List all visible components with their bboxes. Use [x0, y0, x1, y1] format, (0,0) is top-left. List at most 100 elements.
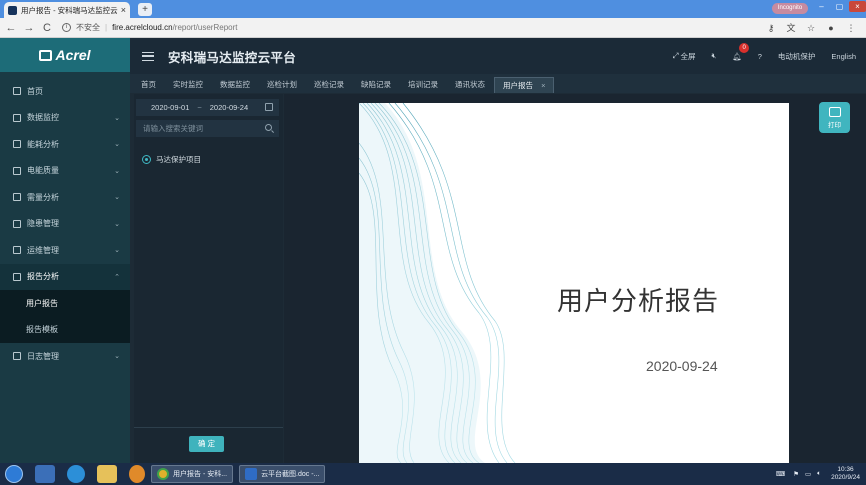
print-button[interactable]: 打印	[819, 102, 850, 133]
sidebar-item-maintenance[interactable]: 运维管理 ⌄	[0, 237, 130, 264]
calendar-icon	[265, 103, 273, 111]
info-icon[interactable]: i	[62, 23, 71, 32]
minimize-icon[interactable]: –	[813, 1, 830, 12]
notifications-button[interactable]: 🔔︎ 0	[732, 42, 750, 61]
forward-arrow-icon[interactable]: →	[22, 22, 36, 34]
sidebar-item-home[interactable]: 首页	[0, 78, 130, 105]
clock-date: 2020/9/24	[831, 474, 860, 481]
fullscreen-icon: ⤢	[672, 51, 679, 60]
internet-explorer-icon[interactable]	[67, 465, 85, 483]
device-selector[interactable]: 电动机保护	[778, 51, 816, 62]
address-bar: ← → C i 不安全 | fire.acrelcloud.cn /report…	[0, 18, 866, 38]
back-arrow-icon[interactable]: ←	[4, 22, 18, 34]
window-close-icon[interactable]: ×	[849, 1, 866, 12]
browser-tabstrip: 用户报告 - 安科瑞马达监控云平台 × + Incognito – ▢ ×	[0, 0, 866, 18]
help-icon: ?	[757, 51, 762, 61]
report-page: 用户分析报告 2020-09-24	[359, 103, 789, 463]
close-tab-icon[interactable]: ×	[541, 81, 545, 90]
sidebar-menu: 首页 数据监控 ⌄ 能耗分析 ⌄ 电能质量 ⌄ 需量分析 ⌄ 隐患管理 ⌄ 运维…	[0, 78, 130, 370]
sidebar-item-report-template[interactable]: 报告模板	[0, 316, 130, 343]
fullscreen-button[interactable]: ⤢ 全屏	[672, 51, 695, 62]
date-separator: ~	[197, 103, 202, 112]
reload-icon[interactable]: C	[40, 22, 54, 34]
tab-user-report-label: 用户报告	[503, 81, 533, 90]
monitor-icon	[13, 113, 21, 122]
project-label: 马达保护项目	[156, 155, 201, 164]
filter-panel: 2020-09-01 ~ 2020-09-24 请输入搜索关键词 马达保护项目 …	[134, 94, 283, 463]
sidebar-item-demand-analysis[interactable]: 需量分析 ⌄	[0, 184, 130, 211]
taskbar-word[interactable]: 云平台截图.doc -...	[239, 465, 326, 483]
speaker-muted-icon: 🔇︎	[711, 51, 717, 60]
flag-icon[interactable]: ⚑	[793, 470, 799, 478]
date-range-picker[interactable]: 2020-09-01 ~ 2020-09-24	[136, 99, 279, 116]
url-host: fire.acrelcloud.cn	[112, 23, 173, 32]
sidebar-item-data-monitor[interactable]: 数据监控 ⌄	[0, 105, 130, 132]
sidebar-item-energy-analysis[interactable]: 能耗分析 ⌄	[0, 131, 130, 158]
warning-icon	[13, 219, 21, 228]
tab-data-monitor[interactable]: 数据监控	[212, 77, 258, 93]
bookmark-star-icon[interactable]: ☆	[804, 21, 818, 35]
demand-icon	[13, 193, 21, 202]
project-radio[interactable]: 马达保护项目	[142, 154, 201, 165]
account-icon[interactable]: ●	[824, 21, 838, 35]
folder-icon[interactable]	[97, 465, 117, 483]
network-icon[interactable]: ▭	[805, 470, 811, 478]
volume-icon[interactable]: 🔈︎	[817, 470, 821, 478]
sidebar-item-hazard-management[interactable]: 隐患管理 ⌄	[0, 211, 130, 238]
sidebar-item-label: 运维管理	[27, 245, 59, 255]
start-button[interactable]	[5, 465, 23, 483]
search-tool-icon[interactable]	[129, 465, 145, 483]
sidebar-item-label: 首页	[27, 86, 43, 96]
new-tab-button[interactable]: +	[138, 3, 152, 16]
print-label: 打印	[828, 122, 841, 129]
maximize-icon[interactable]: ▢	[831, 1, 848, 12]
fullscreen-label: 全屏	[680, 51, 696, 61]
tab-comm-status[interactable]: 通讯状态	[447, 77, 493, 93]
tab-realtime-monitor[interactable]: 实时监控	[165, 77, 211, 93]
system-tray: ⌨ ⚑ ▭ 🔈︎ 10:36 2020/9/24	[776, 463, 860, 485]
search-input[interactable]: 请输入搜索关键词	[136, 120, 279, 137]
tab-home[interactable]: 首页	[133, 77, 164, 93]
chevron-down-icon: ⌄	[114, 167, 120, 175]
more-menu-icon[interactable]: ⋮	[844, 21, 858, 35]
key-icon[interactable]: ⚷	[764, 21, 778, 35]
url-field[interactable]: i 不安全 | fire.acrelcloud.cn /report/userR…	[62, 22, 237, 33]
close-tab-icon[interactable]: ×	[121, 5, 126, 15]
bar-chart-icon	[13, 140, 21, 149]
media-player-icon[interactable]	[35, 465, 55, 483]
date-start: 2020-09-01	[151, 103, 190, 112]
log-icon	[13, 352, 21, 361]
sidebar-item-log-management[interactable]: 日志管理 ⌄	[0, 343, 130, 370]
page-title: 安科瑞马达监控云平台	[168, 50, 297, 65]
help-button[interactable]: ?	[758, 52, 762, 61]
tab-defect-record[interactable]: 缺陷记录	[353, 77, 399, 93]
radio-selected-icon[interactable]	[142, 155, 151, 164]
sidebar-item-label: 用户报告	[26, 298, 58, 308]
insecure-label: 不安全	[76, 23, 100, 32]
translate-icon[interactable]: 文	[784, 21, 798, 35]
sidebar-item-user-report[interactable]: 用户报告	[0, 290, 130, 317]
chevron-down-icon: ⌄	[114, 353, 120, 360]
tab-user-report[interactable]: 用户报告 ×	[494, 77, 555, 93]
tab-inspection-record[interactable]: 巡检记录	[306, 77, 352, 93]
word-icon	[245, 468, 258, 480]
acrel-logo-icon	[39, 49, 53, 61]
sound-toggle[interactable]: 🔇︎	[711, 51, 716, 61]
sidebar-item-report-analysis[interactable]: 报告分析 ⌃	[0, 263, 130, 290]
system-clock[interactable]: 10:36 2020/9/24	[831, 466, 860, 482]
language-toggle[interactable]: English	[831, 52, 856, 61]
browser-tab[interactable]: 用户报告 - 安科瑞马达监控云平台 ×	[4, 2, 130, 18]
keyboard-icon[interactable]: ⌨	[776, 470, 785, 478]
confirm-button[interactable]: 确 定	[189, 436, 224, 452]
taskbar-chrome[interactable]: 用户报告 - 安科...	[151, 465, 234, 483]
sidebar-item-power-quality[interactable]: 电能质量 ⌄	[0, 158, 130, 185]
incognito-badge[interactable]: Incognito	[772, 3, 808, 14]
sidebar-item-label: 需量分析	[27, 192, 59, 202]
url-separator: |	[105, 23, 108, 32]
tab-inspection-plan[interactable]: 巡检计划	[259, 77, 305, 93]
menu-toggle-icon[interactable]	[142, 51, 154, 61]
search-icon[interactable]	[265, 124, 272, 131]
sidebar-item-label: 隐患管理	[27, 219, 59, 229]
tab-training-record[interactable]: 培训记录	[400, 77, 446, 93]
chevron-up-icon: ⌃	[114, 273, 120, 281]
